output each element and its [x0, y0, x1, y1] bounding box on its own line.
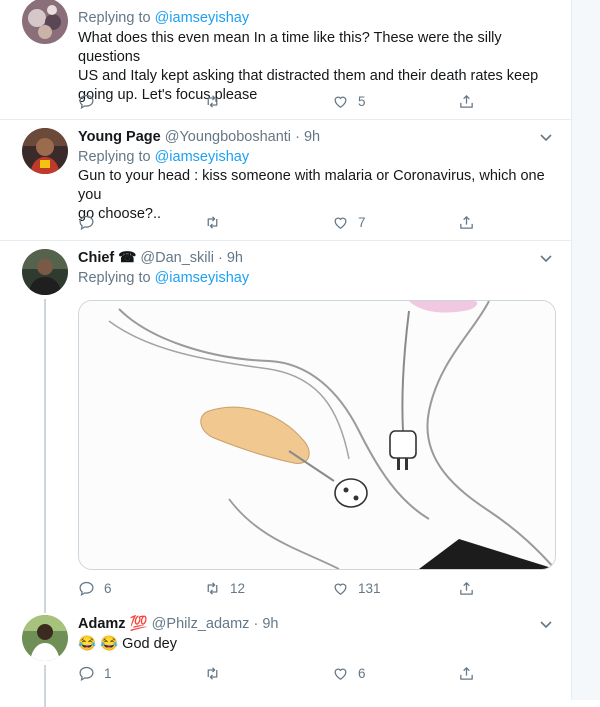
share-button[interactable] [458, 663, 475, 683]
retweet-button[interactable] [204, 212, 221, 232]
share-button[interactable] [458, 212, 475, 232]
chevron-down-icon[interactable] [539, 251, 553, 265]
tweet-text: 😂 😂 God dey [78, 636, 177, 652]
name-emoji: 💯 [129, 616, 148, 632]
heart-icon [334, 668, 347, 680]
handle[interactable]: @Philz_adamz [152, 616, 250, 632]
retweet-count: 12 [230, 580, 246, 596]
reply-button[interactable] [78, 91, 95, 111]
avatar[interactable] [22, 0, 68, 44]
separator-dot: · [295, 129, 300, 145]
retweet-button[interactable] [204, 91, 221, 111]
reply-count: 6 [104, 580, 112, 596]
handle[interactable]: @Dan_skili [140, 250, 214, 266]
chevron-down-icon[interactable] [539, 130, 553, 144]
tweet-header: Adamz 💯 @Philz_adamz · 9h [78, 615, 555, 634]
thread-line [44, 299, 46, 607]
display-name[interactable]: Young Page [78, 129, 161, 145]
timeline-feed: Replying to @iamseyishay What does this … [0, 0, 572, 707]
heart-icon [334, 583, 347, 595]
like-count: 131 [358, 580, 381, 596]
tweet[interactable]: Replying to @iamseyishay What does this … [0, 0, 571, 120]
retweet-icon [207, 215, 218, 229]
tweet[interactable]: Adamz 💯 @Philz_adamz · 9h 😂 😂 God dey 1 … [0, 607, 571, 707]
heart-icon [334, 96, 347, 108]
retweet-icon [207, 581, 218, 595]
avatar[interactable] [22, 249, 68, 295]
retweet-button[interactable]: 12 [204, 578, 245, 598]
like-count: 5 [358, 93, 366, 109]
like-count: 7 [358, 214, 366, 230]
retweet-icon [207, 94, 218, 108]
replying-to: Replying to @iamseyishay [78, 270, 250, 286]
like-count: 6 [358, 665, 366, 681]
timestamp[interactable]: 9h [227, 250, 243, 266]
reply-icon [79, 94, 94, 109]
reply-count: 1 [104, 665, 112, 681]
thread-line [44, 607, 46, 613]
display-name[interactable]: Chief [78, 250, 114, 266]
reply-icon [79, 581, 94, 596]
timestamp[interactable]: 9h [262, 616, 278, 632]
separator-dot: · [253, 616, 259, 632]
separator-dot: · [217, 250, 223, 266]
share-icon [460, 581, 473, 595]
heart-icon [334, 217, 347, 229]
like-button[interactable]: 6 [332, 663, 366, 683]
chevron-down-icon[interactable] [539, 617, 553, 631]
share-icon [460, 94, 473, 108]
avatar[interactable] [22, 128, 68, 174]
like-button[interactable]: 5 [332, 91, 366, 111]
share-icon [460, 666, 473, 680]
reply-icon [79, 666, 94, 681]
timestamp[interactable]: 9h [304, 129, 320, 145]
mention-link[interactable]: @iamseyishay [155, 10, 250, 26]
mention-link[interactable]: @iamseyishay [155, 149, 250, 165]
share-button[interactable] [458, 91, 475, 111]
retweet-icon [207, 666, 218, 680]
share-button[interactable] [458, 578, 475, 598]
tweet-header: Chief ☎ @Dan_skili · 9h [78, 249, 555, 268]
mention-link[interactable]: @iamseyishay [155, 270, 250, 286]
reply-button[interactable]: 1 [78, 663, 112, 683]
name-emoji: ☎ [118, 250, 137, 266]
tweet-media-image[interactable] [78, 300, 556, 570]
handle[interactable]: @Youngboboshanti [165, 129, 291, 145]
replying-to: Replying to @iamseyishay [78, 149, 250, 165]
reply-button[interactable] [78, 212, 95, 232]
display-name[interactable]: Adamz [78, 616, 126, 632]
avatar[interactable] [22, 615, 68, 661]
replying-to: Replying to @iamseyishay [78, 10, 250, 26]
reply-button[interactable]: 6 [78, 578, 112, 598]
side-panel [572, 0, 600, 700]
like-button[interactable]: 7 [332, 212, 366, 232]
reply-icon [79, 215, 94, 230]
like-button[interactable]: 131 [332, 578, 381, 598]
tweet-header: Young Page @Youngboboshanti · 9h [78, 128, 555, 147]
retweet-button[interactable] [204, 663, 221, 683]
share-icon [460, 215, 473, 229]
thread-line [44, 665, 46, 707]
tweet[interactable]: Young Page @Youngboboshanti · 9h Replyin… [0, 120, 571, 241]
